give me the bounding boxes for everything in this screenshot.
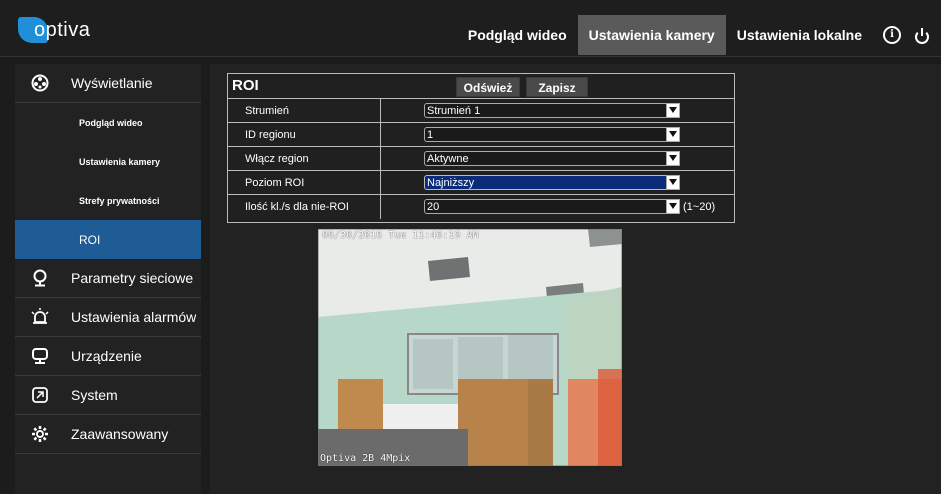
region-id-select[interactable]: 1 [424,127,680,142]
main-content: ROI Odśwież Zapisz Strumień Strumień 1 I… [210,64,941,494]
chevron-down-icon [666,199,680,214]
field-label: Strumień [228,99,381,123]
display-icon [29,72,51,94]
sidebar-section-ustawienia-alarmow[interactable]: Ustawienia alarmów [15,298,201,337]
system-icon [29,384,51,406]
save-button[interactable]: Zapisz [526,77,588,97]
sidebar-item-strefy-prywatnosci[interactable]: Strefy prywatności [15,181,201,220]
tab-ustawienia-lokalne[interactable]: Ustawienia lokalne [726,15,873,55]
panel-title: ROI [232,77,259,94]
field-label: ID regionu [228,123,381,147]
logo: optiva [18,16,90,44]
non-roi-fps-select[interactable]: 20 [424,199,680,214]
sidebar-section-system[interactable]: System [15,376,201,415]
sidebar-section-label: System [71,387,118,403]
select-value: Strumień 1 [427,105,481,117]
sidebar-section-label: Wyświetlanie [71,75,153,91]
chevron-down-icon [666,175,680,190]
select-value: Aktywne [427,153,469,165]
gear-icon [29,423,51,445]
sidebar-section-label: Zaawansowany [71,426,169,442]
camera-frame-image [318,229,622,466]
form-row-poziom-roi: Poziom ROI Najniższy [228,170,734,195]
sidebar-item-roi[interactable]: ROI [15,220,201,259]
network-icon [29,267,51,289]
video-timestamp: 08/30/2016 Tue 11:46:19 AM [322,230,479,241]
form-row-strumien: Strumień Strumień 1 [228,98,734,123]
device-icon [29,345,51,367]
power-icon[interactable] [915,28,929,44]
tab-ustawienia-kamery[interactable]: Ustawienia kamery [577,15,726,55]
logo-text: optiva [34,18,91,41]
video-preview[interactable]: 08/30/2016 Tue 11:46:19 AM Optiva 2B 4Mp… [318,229,622,466]
roi-settings-panel: ROI Odśwież Zapisz Strumień Strumień 1 I… [227,73,735,223]
select-value: 20 [427,201,440,213]
alarm-icon [29,306,51,328]
panel-header: ROI Odśwież Zapisz [228,74,734,98]
select-value: 1 [427,129,434,141]
refresh-button[interactable]: Odśwież [456,77,520,97]
roi-level-select[interactable]: Najniższy [424,175,680,190]
chevron-down-icon [666,151,680,166]
enable-region-select[interactable]: Aktywne [424,151,680,166]
select-value: Najniższy [427,177,475,189]
fps-range-hint: (1~20) [683,201,716,213]
sidebar-item-podglad-wideo[interactable]: Podgląd wideo [15,103,201,142]
field-label: Ilość kl./s dla nie-ROI [228,195,381,219]
video-caption: Optiva 2B 4Mpix [320,453,411,464]
sidebar-section-urzadzenie[interactable]: Urządzenie [15,337,201,376]
chevron-down-icon [666,103,680,118]
form-row-id-regionu: ID regionu 1 [228,122,734,147]
stream-select[interactable]: Strumień 1 [424,103,680,118]
form-row-wlacz-region: Włącz region Aktywne [228,146,734,171]
info-icon[interactable]: i [883,26,901,44]
sidebar-section-label: Ustawienia alarmów [71,309,197,325]
app-window: optiva Podgląd wideo Ustawienia kamery U… [0,0,941,494]
sidebar-section-label: Parametry sieciowe [71,270,194,286]
sidebar-section-label: Urządzenie [71,348,142,364]
sidebar-item-ustawienia-kamery[interactable]: Ustawienia kamery [15,142,201,181]
sidebar-section-zaawansowany[interactable]: Zaawansowany [15,415,201,454]
tab-podglad-wideo[interactable]: Podgląd wideo [457,15,578,55]
top-nav: Podgląd wideo Ustawienia kamery Ustawien… [457,15,941,55]
chevron-down-icon [666,127,680,142]
field-label: Poziom ROI [228,171,381,195]
form-row-fps-non-roi: Ilość kl./s dla nie-ROI 20 (1~20) [228,194,734,222]
sidebar-section-parametry-sieciowe[interactable]: Parametry sieciowe [15,259,201,298]
sidebar-section-wyswietlanie[interactable]: Wyświetlanie [15,64,201,103]
top-header: optiva Podgląd wideo Ustawienia kamery U… [0,0,941,57]
field-label: Włącz region [228,147,381,171]
sidebar: Wyświetlanie Podgląd wideo Ustawienia ka… [15,64,201,494]
